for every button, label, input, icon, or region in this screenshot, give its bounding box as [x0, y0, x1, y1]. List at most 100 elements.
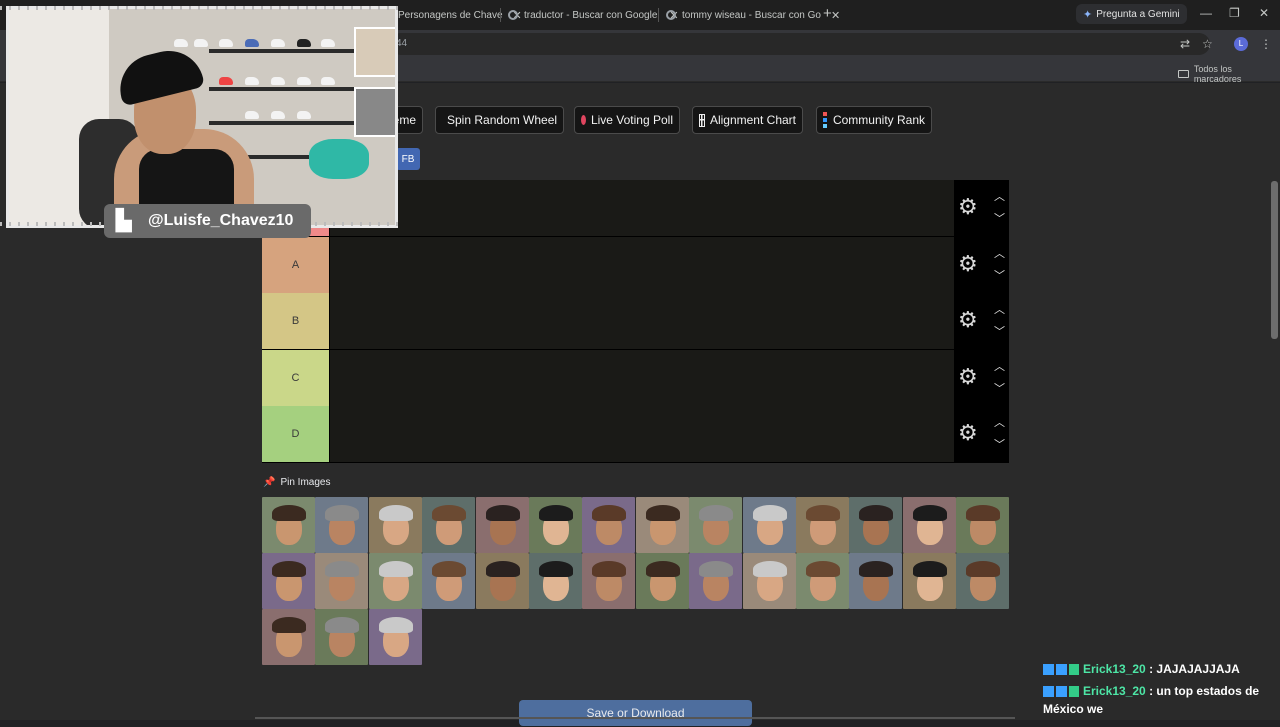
plush-toy	[309, 139, 369, 179]
pushpin-icon: 📌	[263, 477, 276, 488]
chevron-up-icon[interactable]: ︿	[994, 301, 1005, 317]
character-image[interactable]	[582, 497, 636, 553]
red-dot-icon	[581, 115, 586, 125]
translate-icon[interactable]: ⇄	[1180, 37, 1190, 51]
character-image[interactable]	[635, 497, 689, 553]
character-image[interactable]	[849, 497, 903, 553]
tier-label[interactable]: C	[262, 349, 329, 406]
chevron-down-icon[interactable]: ﹀	[994, 210, 1005, 226]
character-image[interactable]	[796, 553, 849, 609]
minimize-icon[interactable]: —	[1200, 6, 1212, 20]
chat-overlay: Erick13_20 : JAJAJAJJAJA Erick13_20 : un…	[1043, 660, 1280, 718]
tab-traductor[interactable]: traductor - Buscar con Google ✕	[508, 4, 679, 26]
chat-message: Erick13_20 : JAJAJAJJAJA	[1043, 660, 1280, 678]
chevron-up-icon[interactable]: ︿	[994, 414, 1005, 430]
gear-icon[interactable]: ⚙	[958, 252, 978, 275]
tier-drop-zone[interactable]	[330, 293, 954, 350]
barbed-wire-frame	[0, 6, 402, 10]
page-scrollbar[interactable]	[1271, 181, 1278, 339]
live-voting-button[interactable]: Live Voting Poll	[574, 106, 680, 134]
tab-title: traductor - Buscar con Google	[524, 9, 658, 21]
tab-chaves[interactable]: Personagens de Chave ✕	[398, 4, 522, 26]
more-menu-icon[interactable]: ⋮	[1260, 37, 1272, 51]
character-image[interactable]	[902, 497, 956, 553]
pin-images-title: Pin Images	[280, 477, 331, 488]
gear-icon[interactable]: ⚙	[958, 309, 978, 331]
chevron-down-icon[interactable]: ﹀	[994, 436, 1005, 452]
character-image[interactable]	[475, 553, 529, 609]
character-image[interactable]	[262, 553, 315, 609]
character-image[interactable]	[368, 497, 422, 553]
chat-username: Erick13_20	[1083, 684, 1146, 698]
restore-icon[interactable]: ❐	[1229, 6, 1240, 20]
tab-tommy[interactable]: tommy wiseau - Buscar con Go ✕	[666, 4, 840, 26]
tier-label[interactable]: D	[262, 406, 329, 463]
gear-icon[interactable]: ⚙	[958, 196, 978, 218]
tier-drop-zone[interactable]	[330, 349, 954, 406]
alignment-chart-button[interactable]: Alignment Chart	[692, 106, 803, 134]
tier-label[interactable]: A	[262, 236, 329, 293]
tier-drop-zone[interactable]	[330, 180, 954, 236]
all-bookmarks-button[interactable]: Todos los marcadores	[1178, 64, 1280, 84]
grid-icon	[699, 113, 705, 127]
character-image[interactable]	[315, 609, 369, 665]
window-close-icon[interactable]: ✕	[1259, 6, 1269, 20]
close-icon[interactable]: ✕	[831, 9, 840, 22]
character-image[interactable]	[956, 553, 1010, 609]
chat-badges-icon	[1043, 664, 1079, 676]
address-bar[interactable]: 44	[390, 33, 1210, 55]
character-image[interactable]	[262, 497, 315, 553]
character-image[interactable]	[422, 497, 476, 553]
tier-label[interactable]: B	[262, 293, 329, 350]
character-image[interactable]	[902, 553, 956, 609]
character-image[interactable]	[315, 553, 369, 609]
chevron-down-icon[interactable]: ﹀	[994, 380, 1005, 396]
color-grid-icon	[823, 112, 828, 128]
character-image[interactable]	[742, 497, 796, 553]
character-image[interactable]	[529, 497, 582, 553]
tier-drop-zone[interactable]	[330, 406, 954, 463]
facebook-share-button[interactable]: FB	[396, 148, 420, 170]
character-image[interactable]	[582, 553, 636, 609]
new-tab-button[interactable]: +	[823, 5, 832, 22]
character-image[interactable]	[422, 553, 476, 609]
chevron-down-icon[interactable]: ﹀	[994, 267, 1005, 283]
character-image[interactable]	[689, 497, 743, 553]
gemini-label: Pregunta a Gemini	[1096, 8, 1180, 20]
character-image[interactable]	[742, 553, 796, 609]
community-rank-button[interactable]: Community Rank	[816, 106, 932, 134]
button-label: Alignment Chart	[709, 113, 796, 127]
character-image[interactable]	[475, 497, 529, 553]
chat-text: JAJAJAJJAJA	[1156, 662, 1240, 676]
character-image[interactable]	[689, 553, 743, 609]
tier-row: A ⚙ ︿ ﹀	[262, 236, 1009, 293]
sparkle-icon: ✦	[1083, 8, 1093, 21]
kick-logo-icon: ▙	[116, 210, 132, 232]
character-image[interactable]	[315, 497, 369, 553]
folder-icon	[1178, 70, 1189, 78]
gemini-button[interactable]: ✦ Pregunta a Gemini	[1076, 4, 1187, 24]
character-image[interactable]	[956, 497, 1010, 553]
gear-icon[interactable]: ⚙	[958, 422, 978, 444]
button-label: Spin Random Wheel	[447, 113, 558, 127]
chevron-up-icon[interactable]: ︿	[994, 358, 1005, 374]
chevron-down-icon[interactable]: ﹀	[994, 323, 1005, 339]
chevron-up-icon[interactable]: ︿	[994, 188, 1005, 204]
gear-icon[interactable]: ⚙	[958, 365, 978, 388]
character-image[interactable]	[796, 497, 849, 553]
tier-row: D ⚙ ︿ ﹀	[262, 406, 1009, 463]
save-download-button[interactable]: Save or Download	[519, 700, 752, 726]
google-icon	[666, 10, 676, 20]
character-image[interactable]	[849, 553, 903, 609]
profile-avatar[interactable]: L	[1234, 37, 1248, 51]
star-icon[interactable]: ☆	[1202, 37, 1213, 51]
spin-wheel-button[interactable]: Spin Random Wheel	[435, 106, 564, 134]
chat-badges-icon	[1043, 686, 1079, 698]
character-image[interactable]	[262, 609, 315, 665]
character-image[interactable]	[368, 553, 422, 609]
chevron-up-icon[interactable]: ︿	[994, 245, 1005, 261]
tier-drop-zone[interactable]	[330, 236, 954, 293]
character-image[interactable]	[529, 553, 582, 609]
character-image[interactable]	[635, 553, 689, 609]
character-image[interactable]	[368, 609, 422, 665]
